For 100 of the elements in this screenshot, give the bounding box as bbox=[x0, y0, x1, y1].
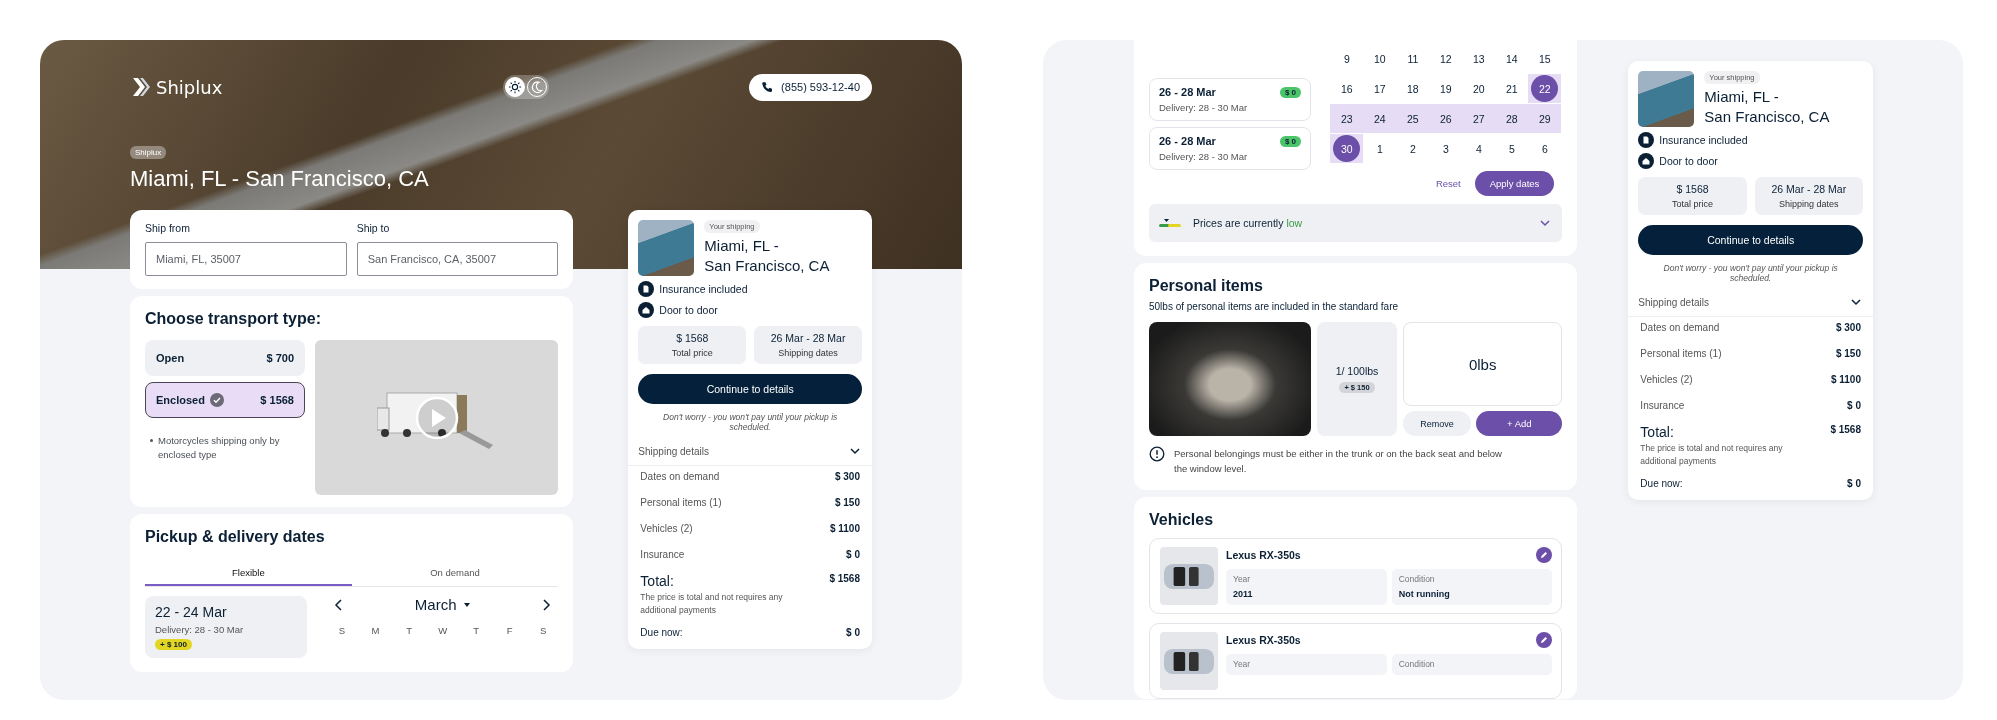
line-value: $ 1100 bbox=[829, 523, 860, 535]
line-label: Insurance bbox=[640, 549, 685, 561]
hero-tag: Shiplux bbox=[130, 146, 167, 159]
field-value: Not running bbox=[1398, 589, 1451, 600]
calendar-day[interactable]: 17 bbox=[1366, 75, 1394, 102]
info-icon bbox=[1149, 446, 1165, 462]
line-value: $ 300 bbox=[834, 471, 860, 483]
weekday-label: T bbox=[472, 625, 481, 636]
calendar-day[interactable]: 19 bbox=[1432, 75, 1460, 102]
calendar-day[interactable]: 1 bbox=[1366, 135, 1394, 162]
total-note: The price is total and not requires any additional payments bbox=[1640, 442, 1784, 468]
stat-value: $ 1568 bbox=[675, 332, 710, 344]
calendar-day[interactable]: 20 bbox=[1465, 75, 1493, 102]
calendar-day[interactable]: 26 bbox=[1432, 105, 1460, 132]
line-label: Personal items (1) bbox=[1640, 348, 1722, 360]
field-label: Condition bbox=[1398, 659, 1436, 670]
field-label: Year bbox=[1233, 659, 1252, 670]
price-badge: $ 0 bbox=[1279, 86, 1301, 98]
calendar-day[interactable]: 29 bbox=[1531, 105, 1559, 132]
transport-option[interactable]: Open $ 700 bbox=[145, 340, 305, 376]
tab[interactable]: Flexible bbox=[145, 560, 352, 586]
line-label: Vehicles (2) bbox=[640, 523, 693, 535]
photo-placeholder bbox=[1638, 71, 1695, 127]
phone-button[interactable]: (855) 593-12-40 bbox=[749, 73, 872, 101]
remove-button[interactable]: Remove bbox=[1403, 411, 1472, 436]
continue-button[interactable]: Continue to details bbox=[1638, 225, 1863, 255]
calendar-day[interactable]: 12 bbox=[1432, 45, 1460, 72]
caret-down-icon[interactable] bbox=[462, 600, 471, 609]
calendar-day[interactable]: 24 bbox=[1366, 105, 1394, 132]
total-value: $ 1568 bbox=[829, 573, 860, 585]
delivery-dates: Delivery: 28 - 30 Mar bbox=[1159, 102, 1248, 113]
play-icon[interactable] bbox=[414, 395, 459, 440]
calendar-day[interactable]: 6 bbox=[1531, 135, 1559, 162]
calendar-day[interactable]: 9 bbox=[1333, 45, 1361, 72]
delivery-dates: Delivery: 28 - 30 Mar bbox=[1159, 151, 1248, 162]
field-label: Ship to bbox=[356, 222, 391, 234]
calendar-day[interactable]: 16 bbox=[1333, 75, 1361, 102]
calendar-day[interactable]: 4 bbox=[1465, 135, 1493, 162]
light-mode-button[interactable] bbox=[504, 77, 525, 97]
tab[interactable]: On demand bbox=[351, 560, 559, 586]
weight-count: 1/ 100lbs bbox=[1335, 365, 1379, 377]
stat-value: 26 Mar - 28 Mar bbox=[769, 332, 847, 344]
route-title: Miami, FL - San Francisco, CA bbox=[1704, 87, 1830, 126]
edit-icon[interactable] bbox=[1536, 632, 1553, 649]
total-label: Total: bbox=[640, 573, 675, 590]
details-title: Shipping details bbox=[1638, 296, 1709, 308]
price-level-bar[interactable]: Prices are currently low bbox=[1149, 204, 1563, 242]
calendar-day[interactable]: 13 bbox=[1465, 45, 1493, 72]
calendar-day[interactable]: 5 bbox=[1498, 135, 1526, 162]
date-range: 22 - 24 Mar bbox=[155, 604, 227, 620]
address-field[interactable]: Miami, FL, 35007 bbox=[145, 242, 347, 276]
field-value: 2011 bbox=[1233, 589, 1254, 600]
line-value: $ 0 bbox=[1847, 400, 1861, 412]
calendar-day[interactable]: 28 bbox=[1498, 105, 1526, 132]
calendar-day[interactable]: 18 bbox=[1399, 75, 1427, 102]
calendar-day[interactable]: 15 bbox=[1531, 45, 1559, 72]
calendar-day[interactable]: 23 bbox=[1333, 105, 1361, 132]
line-label: Dates on demand bbox=[640, 471, 720, 483]
calendar-day[interactable]: 2 bbox=[1399, 135, 1427, 162]
add-button[interactable]: + Add bbox=[1476, 411, 1563, 436]
weight-field[interactable]: 0lbs bbox=[1403, 322, 1563, 406]
due-value: $ 0 bbox=[1847, 477, 1861, 489]
line-value: $ 0 bbox=[846, 549, 860, 561]
address-field[interactable]: San Francisco, CA, 35007 bbox=[356, 242, 559, 276]
calendar-day[interactable]: 21 bbox=[1498, 75, 1526, 102]
calendar-day[interactable]: 27 bbox=[1465, 105, 1493, 132]
weekday-label: M bbox=[370, 625, 381, 636]
calendar-day[interactable]: 10 bbox=[1366, 45, 1394, 72]
route-title: Miami, FL - San Francisco, CA bbox=[704, 236, 830, 275]
logo-icon bbox=[130, 75, 152, 99]
feature-label: Insurance included bbox=[1659, 134, 1748, 146]
home-icon bbox=[1638, 153, 1655, 169]
date-option[interactable]: 26 - 28 Mar $ 0 Delivery: 28 - 30 Mar bbox=[1149, 78, 1311, 121]
vehicle-name: Lexus RX-350s bbox=[1226, 549, 1301, 562]
price-badge: + $ 100 bbox=[155, 639, 192, 650]
continue-button[interactable]: Continue to details bbox=[638, 374, 862, 404]
car-drawing bbox=[1164, 563, 1214, 589]
stat-label: Shipping dates bbox=[777, 348, 839, 358]
video-thumbnail[interactable] bbox=[315, 340, 559, 495]
weekday-label: T bbox=[405, 625, 413, 636]
reset-button[interactable]: Reset bbox=[1435, 178, 1461, 189]
total-note: The price is total and not requires any additional payments bbox=[640, 591, 784, 617]
calendar-day[interactable]: 3 bbox=[1432, 135, 1460, 162]
calendar-day[interactable]: 25 bbox=[1399, 105, 1427, 132]
stat-label: Shipping dates bbox=[1778, 199, 1840, 209]
calendar-day[interactable]: 22 bbox=[1531, 75, 1559, 102]
calendar-day[interactable]: 11 bbox=[1399, 45, 1427, 72]
bullet-icon bbox=[150, 439, 153, 442]
check-circle-icon bbox=[209, 393, 224, 407]
apply-dates-button[interactable]: Apply dates bbox=[1474, 171, 1555, 196]
stat-value: 26 Mar - 28 Mar bbox=[1770, 183, 1848, 195]
date-option[interactable]: 26 - 28 Mar $ 0 Delivery: 28 - 30 Mar bbox=[1149, 127, 1311, 170]
calendar-day[interactable]: 30 bbox=[1333, 135, 1361, 162]
transport-option[interactable]: Enclosed $ 1568 bbox=[145, 382, 305, 418]
calendar-day[interactable]: 14 bbox=[1498, 45, 1526, 72]
edit-icon[interactable] bbox=[1536, 547, 1553, 564]
price-badge: $ 0 bbox=[1279, 135, 1301, 147]
page-title: Miami, FL - San Francisco, CA bbox=[130, 166, 430, 192]
section-title: Vehicles bbox=[1149, 511, 1215, 530]
date-option[interactable]: 22 - 24 Mar Delivery: 28 - 30 Mar + $ 100 bbox=[145, 596, 307, 658]
